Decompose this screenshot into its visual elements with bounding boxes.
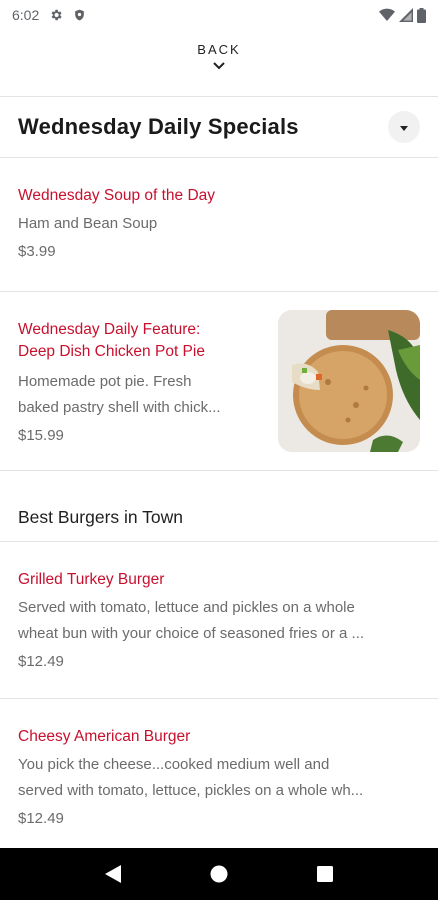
- item-name-line1: Wednesday Daily Feature:: [18, 321, 201, 338]
- item-price: $12.49: [18, 653, 64, 670]
- recents-square-icon[interactable]: [305, 854, 345, 894]
- divider: [0, 698, 438, 699]
- item-price: $12.49: [18, 810, 64, 827]
- signal-icon: [399, 8, 413, 22]
- item-description: Ham and Bean Soup: [18, 215, 158, 232]
- back-button[interactable]: BACK: [0, 42, 438, 86]
- home-circle-icon[interactable]: [199, 854, 239, 894]
- wifi-icon: [379, 8, 395, 22]
- section-collapse-button[interactable]: [388, 111, 420, 143]
- divider: [0, 157, 438, 158]
- item-price: $3.99: [18, 243, 56, 260]
- item-name: Grilled Turkey Burger: [18, 571, 165, 588]
- divider: [0, 541, 438, 542]
- menu-item-american-burger[interactable]: Cheesy American Burger You pick the chee…: [0, 726, 438, 830]
- status-right: [379, 7, 426, 23]
- item-name: Wednesday Soup of the Day: [18, 187, 216, 204]
- section-header: Wednesday Daily Specials: [0, 97, 438, 157]
- back-label: BACK: [197, 42, 241, 57]
- item-name: Cheesy American Burger: [18, 728, 191, 745]
- section-title: Wednesday Daily Specials: [18, 114, 299, 139]
- item-description-line2: baked pastry shell with chick...: [18, 399, 221, 416]
- item-name-line2: Deep Dish Chicken Pot Pie: [18, 343, 205, 360]
- menu-item-turkey-burger[interactable]: Grilled Turkey Burger Served with tomato…: [0, 569, 438, 673]
- divider: [0, 470, 438, 471]
- shield-icon: [73, 8, 86, 22]
- status-time: 6:02: [12, 7, 40, 23]
- subsection-title: Best Burgers in Town: [18, 507, 184, 527]
- back-triangle-icon[interactable]: [93, 854, 133, 894]
- chevron-down-icon: [213, 57, 225, 75]
- item-description-line2: served with tomato, lettuce, pickles on …: [18, 782, 364, 799]
- menu-item-soup[interactable]: Wednesday Soup of the Day Ham and Bean S…: [0, 185, 438, 263]
- item-description-line2: wheat bun with your choice of seasoned f…: [18, 625, 365, 642]
- item-description-line1: Homemade pot pie. Fresh: [18, 373, 192, 390]
- gear-icon: [49, 8, 63, 22]
- item-description-line1: You pick the cheese...cooked medium well…: [18, 756, 330, 773]
- item-description-line1: Served with tomato, lettuce and pickles …: [18, 599, 355, 616]
- battery-icon: [417, 7, 426, 23]
- status-bar: 6:02: [0, 0, 438, 30]
- pot-pie-photo: [278, 310, 420, 452]
- status-left: 6:02: [12, 7, 86, 23]
- app-screen: 6:02 BACK Wednesday Daily Specials Wedne…: [0, 0, 438, 900]
- caret-down-icon: [400, 118, 408, 136]
- system-nav-bar: [0, 848, 438, 900]
- item-price: $15.99: [18, 427, 64, 444]
- menu-item-pot-pie[interactable]: Wednesday Daily Feature: Deep Dish Chick…: [0, 292, 438, 470]
